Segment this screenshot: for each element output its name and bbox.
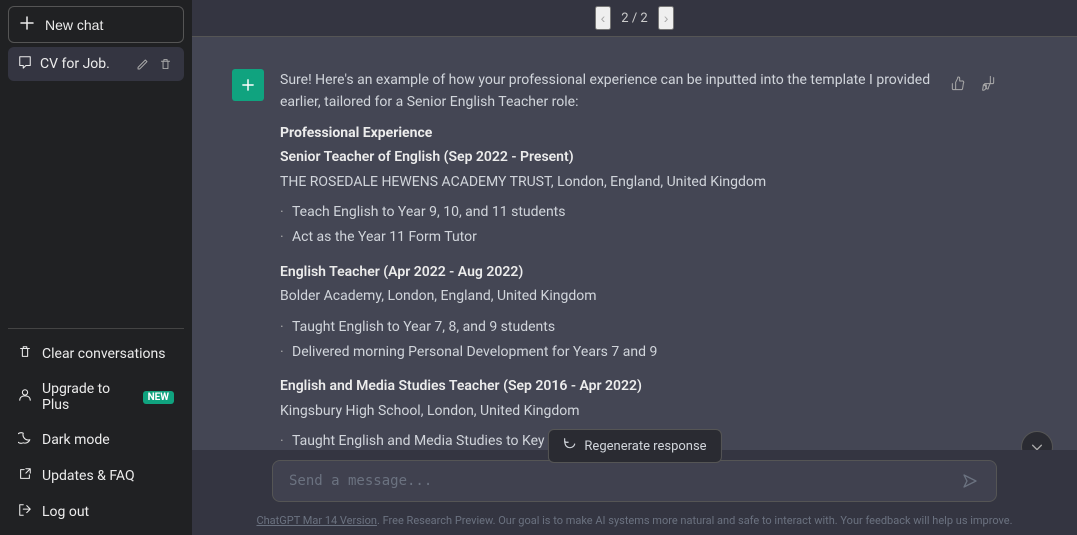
input-wrapper [272,460,997,502]
external-link-icon [18,467,32,485]
job-company-0: THE ROSEDALE HEWENS ACADEMY TRUST, Londo… [280,171,933,193]
job-company-1: Bolder Academy, London, England, United … [280,285,933,307]
footer: ChatGPT Mar 14 Version. Free Research Pr… [192,510,1077,535]
user-icon [18,388,32,406]
footer-link[interactable]: ChatGPT Mar 14 Version [256,514,376,527]
job-title-2: English and Media Studies Teacher (Sep 2… [280,375,933,397]
new-chat-label: New chat [45,17,103,33]
chat-icon [18,55,32,73]
section-title: Professional Experience [280,122,933,144]
bullet-item: Delivered morning Personal Development f… [280,341,933,363]
send-button[interactable] [960,471,980,491]
sidebar-bottom: Clear conversations Upgrade to Plus NEW … [8,328,184,529]
regenerate-label: Regenerate response [584,439,706,454]
delete-chat-button[interactable] [157,56,174,73]
logout-icon [18,503,32,521]
thumbs-down-button[interactable] [977,73,997,93]
job-title-0: Senior Teacher of English (Sep 2022 - Pr… [280,146,933,168]
nav-bar: ‹ 2 / 2 › [192,0,1077,37]
sidebar-item-label: Log out [42,504,89,520]
new-chat-button[interactable]: New chat [8,6,184,43]
gpt-avatar [232,69,264,101]
moon-icon [18,431,32,449]
job-bullets-1: Taught English to Year 7, 8, and 9 stude… [280,316,933,364]
message-input[interactable] [289,473,952,489]
thumbs-up-button[interactable] [949,73,969,93]
chat-item-label: CV for Job. [40,56,110,72]
plus-icon [19,15,35,34]
sidebar-item-upgrade-to-plus[interactable]: Upgrade to Plus NEW [8,373,184,421]
job-company-2: Kingsbury High School, London, United Ki… [280,400,933,422]
bullet-item: Taught English to Year 7, 8, and 9 stude… [280,316,933,338]
message-body: Sure! Here's an example of how your prof… [280,69,933,450]
job-title-1: English Teacher (Apr 2022 - Aug 2022) [280,261,933,283]
sidebar-item-label: Updates & FAQ [42,468,135,484]
sidebar-item-label: Clear conversations [42,346,165,362]
new-badge: NEW [143,391,174,404]
sidebar-item-label: Upgrade to Plus [42,381,133,413]
nav-count: 2 / 2 [621,11,647,26]
main-content: ‹ 2 / 2 › Sure! Here's an example of how… [192,0,1077,535]
sidebar-item-dark-mode[interactable]: Dark mode [8,423,184,457]
sidebar-item-cv-for-job[interactable]: CV for Job. [8,47,184,81]
regenerate-tooltip[interactable]: Regenerate response [547,429,721,463]
message-actions [949,69,997,93]
sidebar-item-log-out[interactable]: Log out [8,495,184,529]
sidebar: New chat CV for Job. [0,0,192,535]
nav-prev-button[interactable]: ‹ [595,6,612,30]
edit-chat-button[interactable] [134,56,151,73]
chat-area: Sure! Here's an example of how your prof… [192,37,1077,450]
sidebar-item-label: Dark mode [42,432,110,448]
nav-next-button[interactable]: › [658,6,675,30]
bullet-item: Act as the Year 11 Form Tutor [280,226,933,248]
sidebar-item-updates-faq[interactable]: Updates & FAQ [8,459,184,493]
bullet-item: Teach English to Year 9, 10, and 11 stud… [280,201,933,223]
regenerate-icon [562,437,576,455]
message-intro: Sure! Here's an example of how your prof… [280,69,933,114]
job-bullets-0: Teach English to Year 9, 10, and 11 stud… [280,201,933,249]
sidebar-item-clear-conversations[interactable]: Clear conversations [8,337,184,371]
trash-icon [18,345,32,363]
chat-list: CV for Job. [8,47,184,328]
assistant-message: Sure! Here's an example of how your prof… [192,57,1077,450]
